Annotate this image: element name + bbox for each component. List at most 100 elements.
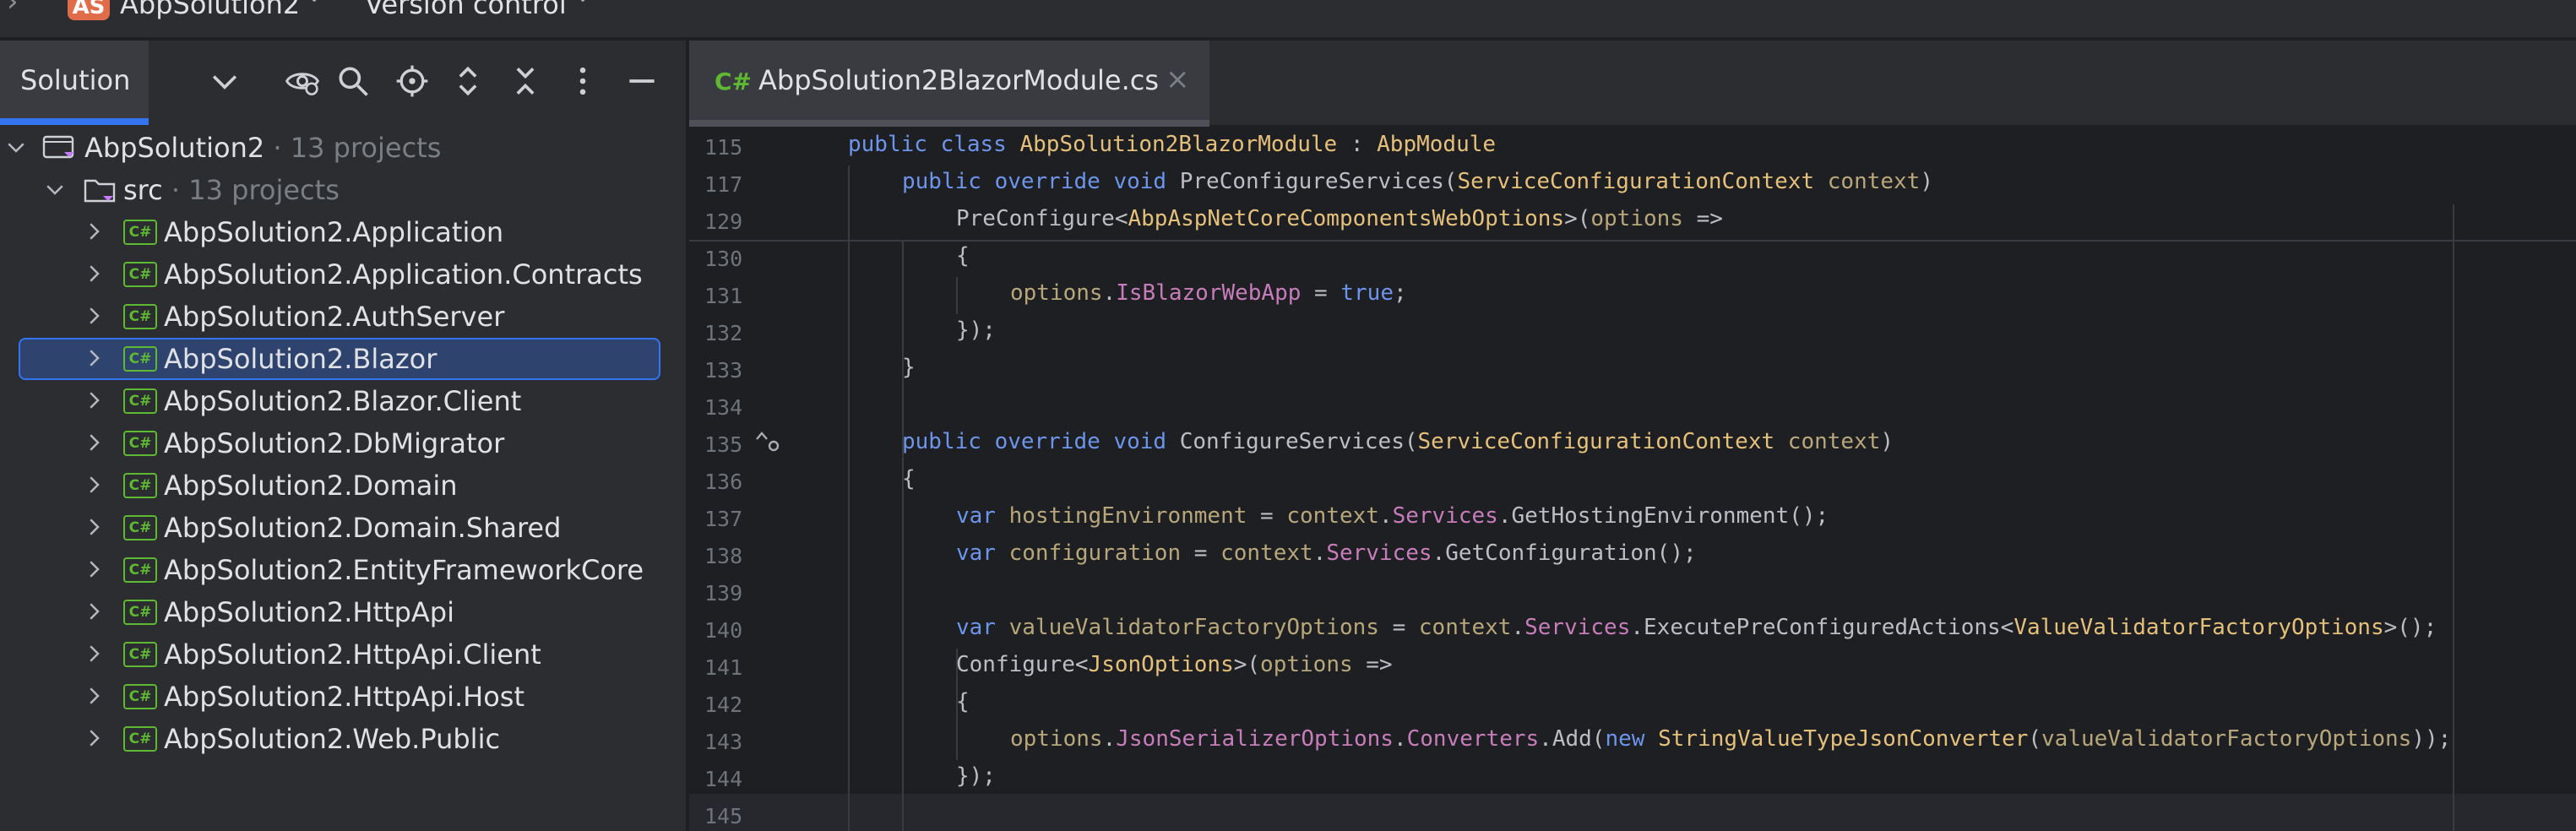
tree-item-project[interactable]: C# AbpSolution2.Application.Contracts (0, 253, 687, 296)
code-line: }); (956, 318, 996, 343)
csharp-project-icon: C# (123, 600, 157, 625)
tab-abpsolution2blazormodule[interactable]: C# AbpSolution2BlazorModule.cs × (689, 41, 1209, 127)
tree-item-project[interactable]: C# AbpSolution2.AuthServer (0, 296, 687, 338)
tree-item-solution[interactable]: AbpSolution2 · 13 projects (0, 127, 687, 169)
editor-tab-bar: C# AbpSolution2BlazorModule.cs × (689, 41, 2576, 127)
main-toolbar: › AS AbpSolution2 ⌄ Version control ⌄ (0, 0, 2576, 39)
csharp-project-icon: C# (123, 684, 157, 709)
code-line: public override void ConfigureServices(S… (902, 429, 1894, 454)
code-line: public override void PreConfigureService… (902, 169, 1933, 194)
line-number: 134 (704, 395, 743, 420)
tab-filename: AbpSolution2BlazorModule.cs (758, 64, 1160, 96)
collapse-all-icon[interactable] (507, 62, 544, 100)
chevron-down-icon[interactable] (3, 134, 29, 160)
code-content[interactable]: public class AbpSolution2BlazorModule : … (828, 128, 2576, 831)
chevron-right-icon[interactable] (81, 303, 106, 329)
csharp-project-icon: C# (123, 346, 157, 372)
solution-panel: Solution AbpSolution2 · 13 projects src … (0, 41, 687, 831)
chevron-right-icon[interactable] (81, 514, 106, 540)
csharp-project-icon: C# (123, 220, 157, 245)
more-options-icon[interactable] (564, 62, 601, 100)
chevron-right-icon[interactable] (81, 388, 106, 413)
project-badge[interactable]: AS (68, 0, 110, 20)
solution-project-count: · 13 projects (264, 132, 442, 164)
chevron-right-icon[interactable] (81, 641, 106, 666)
csharp-project-icon: C# (123, 431, 157, 456)
tree-item-project[interactable]: C# AbpSolution2.Blazor.Client (0, 380, 687, 422)
eye-settings-icon[interactable] (284, 62, 321, 100)
chevron-right-icon[interactable] (81, 261, 106, 286)
tree-item-project[interactable]: C# AbpSolution2.HttpApi.Host (0, 676, 687, 718)
line-number: 138 (704, 544, 743, 568)
indent-guide (902, 242, 904, 831)
active-tab-indicator (0, 118, 149, 125)
chevron-down-icon[interactable]: ⌄ (306, 0, 323, 7)
chevron-right-icon[interactable] (81, 345, 106, 371)
tree-item-project[interactable]: C# AbpSolution2.HttpApi.Client (0, 633, 687, 676)
project-label: AbpSolution2.Domain.Shared (164, 512, 562, 544)
csharp-project-icon: C# (123, 642, 157, 667)
solution-name: AbpSolution2 (84, 132, 265, 164)
back-chevron-icon[interactable]: › (7, 0, 19, 19)
chevron-right-icon[interactable] (81, 430, 106, 455)
minimize-icon[interactable] (623, 62, 660, 100)
tree-item-project[interactable]: C# AbpSolution2.HttpApi (0, 591, 687, 633)
chevron-right-icon[interactable] (81, 599, 106, 624)
tree-item-project-selected[interactable]: C# AbpSolution2.Blazor (0, 338, 687, 380)
tree-item-project[interactable]: C# AbpSolution2.EntityFrameworkCore (0, 549, 687, 591)
csharp-project-icon: C# (123, 557, 157, 583)
indent-guide (848, 166, 850, 240)
code-line: { (956, 689, 970, 714)
solution-icon (42, 133, 76, 162)
close-icon[interactable]: × (1166, 62, 1190, 96)
chevron-down-icon[interactable] (42, 177, 68, 202)
search-icon[interactable] (334, 62, 372, 100)
code-editor[interactable]: 115 117 129 130 131 132 133 134 135 136 … (689, 128, 2576, 831)
override-marker-icon[interactable] (753, 429, 784, 454)
chevron-right-icon[interactable] (81, 472, 106, 497)
tree-item-project[interactable]: C# AbpSolution2.Web.Public (0, 718, 687, 760)
project-label: AbpSolution2.HttpApi.Host (164, 681, 524, 713)
project-label: AbpSolution2.Application (164, 216, 504, 248)
code-line: var valueValidatorFactoryOptions = conte… (956, 615, 2437, 640)
line-number: 115 (704, 135, 743, 160)
line-number: 140 (704, 618, 743, 643)
project-label: AbpSolution2.HttpApi.Client (164, 638, 541, 671)
csharp-project-icon: C# (123, 473, 157, 498)
expand-all-icon[interactable] (449, 62, 486, 100)
chevron-down-icon[interactable]: ⌄ (574, 0, 591, 7)
active-tab-indicator (689, 120, 1209, 127)
tree-item-project[interactable]: C# AbpSolution2.Domain.Shared (0, 507, 687, 549)
code-line: public class AbpSolution2BlazorModule : … (848, 132, 1497, 157)
csharp-file-icon: C# (715, 68, 753, 95)
project-label: AbpSolution2.AuthServer (164, 301, 505, 333)
line-number: 145 (704, 804, 743, 828)
line-number: 130 (704, 247, 743, 271)
chevron-right-icon[interactable] (81, 557, 106, 582)
line-number: 117 (704, 172, 743, 197)
chevron-right-icon[interactable] (81, 725, 106, 751)
project-label: AbpSolution2.HttpApi (164, 596, 454, 628)
code-line: PreConfigure<AbpAspNetCoreComponentsWebO… (956, 206, 1723, 231)
line-number-gutter: 115 117 129 130 131 132 133 134 135 136 … (689, 128, 828, 831)
tree-item-src-folder[interactable]: src · 13 projects (0, 169, 687, 211)
csharp-project-icon: C# (123, 515, 157, 540)
chevron-right-icon[interactable] (81, 683, 106, 709)
tree-item-project[interactable]: C# AbpSolution2.DbMigrator (0, 422, 687, 464)
folder-project-count: · 13 projects (162, 174, 340, 206)
tab-solution[interactable]: Solution (0, 41, 149, 125)
tree-item-project[interactable]: C# AbpSolution2.Application (0, 211, 687, 253)
project-label: AbpSolution2.Web.Public (164, 723, 501, 755)
code-line: options.JsonSerializerOptions.Converters… (1010, 726, 2452, 752)
locate-icon[interactable] (394, 62, 431, 100)
line-number: 132 (704, 321, 743, 345)
dropdown-chevron-icon[interactable] (206, 62, 243, 100)
version-control-menu[interactable]: Version control (365, 0, 567, 20)
csharp-project-icon: C# (123, 262, 157, 287)
project-label: AbpSolution2.Blazor (164, 343, 437, 375)
line-number: 136 (704, 470, 743, 494)
chevron-right-icon[interactable] (81, 219, 106, 244)
project-label: AbpSolution2.Blazor.Client (164, 385, 522, 417)
project-name[interactable]: AbpSolution2 (120, 0, 300, 20)
tree-item-project[interactable]: C# AbpSolution2.Domain (0, 464, 687, 507)
